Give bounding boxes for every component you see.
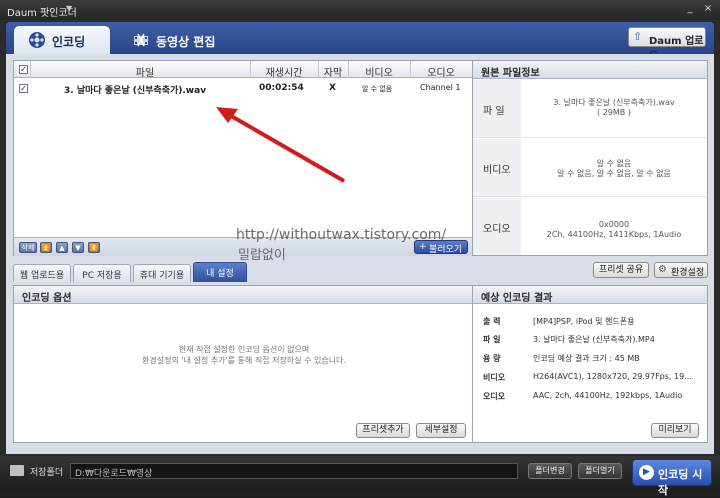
- tab-video-edit[interactable]: 동영상 편집: [118, 26, 228, 54]
- save-path-value: D:₩다운로드₩영상: [75, 469, 153, 479]
- row-subtitle: X: [329, 83, 336, 93]
- tab-encoding-label: 인코딩: [52, 35, 86, 49]
- gear-icon: ⚙: [658, 264, 667, 275]
- move-down-icon[interactable]: ▼: [72, 242, 84, 253]
- tab-web-upload[interactable]: 웹 업로드용: [13, 264, 71, 282]
- col-file[interactable]: 파일: [34, 64, 256, 79]
- browse-label: 불러오기: [429, 245, 463, 255]
- encoding-options-message: 현재 직접 설정한 인코딩 옵션이 없으며 환경설정의 '내 설정 추가'를 통…: [142, 345, 346, 365]
- env-settings-button[interactable]: ⚙ 환경설정: [654, 262, 708, 278]
- table-row[interactable]: ✓ 3. 날마다 좋은날 (신부측축가).wav 00:02:54 X 알 수 …: [14, 80, 472, 98]
- col-video[interactable]: 비디오: [348, 64, 410, 79]
- daum-upload-button[interactable]: ⇧ Daum 업로드: [628, 27, 706, 62]
- delete-button[interactable]: 삭제: [19, 242, 37, 253]
- film-reel-icon: [29, 32, 45, 48]
- preview-button[interactable]: 미리보기: [651, 423, 699, 438]
- move-up-icon[interactable]: ▲: [56, 242, 68, 253]
- col-duration[interactable]: 재생시간: [250, 64, 318, 79]
- info-row-file: 파 일 3. 날마다 좋은날 (신부측축가).wav ( 29MB ): [473, 80, 707, 138]
- plus-icon: +: [419, 242, 427, 252]
- upload-arrow-icon: ⇧: [633, 30, 643, 43]
- minimize-button[interactable]: _: [684, 3, 696, 15]
- info-value-video: 알 수 없음 알 수 없음, 알 수 없음, 알 수 없음: [557, 159, 671, 178]
- bottom-bar: 저장폴더 D:₩다운로드₩영상 폴더변경 폴더열기 ▶ 인코딩 시작: [0, 456, 720, 497]
- title-bar: Daum 팟인코더 ▼ _ ×: [0, 0, 720, 20]
- row-video: 알 수 없음: [362, 85, 393, 93]
- encoding-options-header: 인코딩 옵션: [14, 286, 472, 304]
- save-path-field[interactable]: D:₩다운로드₩영상: [70, 463, 518, 479]
- red-arrow-annotation: [216, 107, 345, 183]
- info-value-file: 3. 날마다 좋은날 (신부측축가).wav ( 29MB ): [553, 98, 675, 117]
- col-subtitle[interactable]: 자막: [318, 64, 348, 79]
- watermark-url: http://withoutwax.tistory.com/: [236, 227, 447, 243]
- encoding-options-title: 인코딩 옵션: [22, 293, 72, 304]
- menu-dropdown-icon[interactable]: ▼: [66, 4, 72, 13]
- info-row-video: 비디오 알 수 없음 알 수 없음, 알 수 없음, 알 수 없음: [473, 139, 707, 197]
- tab-encoding[interactable]: 인코딩: [14, 26, 110, 54]
- tab-my-settings[interactable]: 내 설정: [193, 262, 247, 282]
- add-preset-button[interactable]: 프리셋추가: [356, 423, 410, 438]
- row-audio: Channel 1: [420, 83, 461, 92]
- info-row-audio: 오디오 0x0000 2Ch, 44100Hz, 1411Kbps, 1Audi…: [473, 198, 707, 255]
- play-icon: ▶: [639, 465, 654, 480]
- start-encoding-button[interactable]: ▶ 인코딩 시작: [632, 459, 712, 497]
- tab-mobile[interactable]: 휴대 기기용: [133, 264, 191, 282]
- expected-result-panel: 예상 인코딩 결과 출 력 [MP4]PSP, iPod 및 핸드폰용 파 일 …: [472, 285, 708, 443]
- encoding-panel: ✓ 파일 재생시간 자막 비디오 오디오 ✓ 3. 날마다 좋은날 (신부측축가…: [6, 54, 714, 454]
- change-folder-button[interactable]: 폴더변경: [528, 463, 572, 479]
- scissors-film-icon: [134, 33, 148, 47]
- tab-pc-save[interactable]: PC 저장용: [73, 264, 131, 282]
- row-duration: 00:02:54: [259, 83, 304, 93]
- save-folder-label: 저장폴더: [30, 468, 64, 478]
- info-label-audio: 오디오: [483, 224, 511, 235]
- info-label-file: 파 일: [483, 106, 505, 117]
- col-audio[interactable]: 오디오: [410, 64, 472, 79]
- original-info-header: 원본 파일정보: [473, 61, 707, 79]
- tab-video-edit-label: 동영상 편집: [156, 35, 216, 49]
- watermark-name: 밀랍없이: [238, 248, 286, 263]
- encoding-options-panel: 인코딩 옵션 현재 직접 설정한 인코딩 옵션이 없으며 환경설정의 '내 설정…: [13, 285, 473, 443]
- option-tab-bar: 웹 업로드용 PC 저장용 휴대 기기용 내 설정: [13, 262, 473, 282]
- info-label-video: 비디오: [483, 165, 511, 176]
- row-file: 3. 날마다 좋은날 (신부측축가).wav: [64, 86, 207, 96]
- start-encoding-label: 인코딩 시작: [658, 468, 703, 497]
- preset-share-button[interactable]: 프리셋 공유: [593, 262, 649, 278]
- original-info-panel: 원본 파일정보 파 일 3. 날마다 좋은날 (신부측축가).wav ( 29M…: [472, 60, 708, 256]
- move-top-icon[interactable]: ⏫: [40, 242, 52, 253]
- detail-settings-button[interactable]: 세부설정: [416, 423, 466, 438]
- row-checkbox[interactable]: ✓: [19, 84, 28, 93]
- env-settings-label: 환경설정: [671, 268, 705, 278]
- expected-result-header: 예상 인코딩 결과: [473, 286, 707, 304]
- select-all-checkbox[interactable]: ✓: [19, 65, 28, 74]
- close-button[interactable]: ×: [702, 3, 714, 15]
- app-window: Daum 팟인코더 ▼ _ × 인코딩 동영상 편집 ⇧ Daum 업로 ✓ 파…: [0, 0, 720, 497]
- move-bottom-icon[interactable]: ⏬: [88, 242, 100, 253]
- expected-result-title: 예상 인코딩 결과: [481, 293, 553, 304]
- folder-icon: [10, 465, 24, 476]
- open-folder-button[interactable]: 폴더열기: [578, 463, 622, 479]
- info-value-audio: 0x0000 2Ch, 44100Hz, 1411Kbps, 1Audio: [546, 220, 682, 239]
- file-list-header: ✓ 파일 재생시간 자막 비디오 오디오: [14, 61, 472, 79]
- original-info-title: 원본 파일정보: [481, 68, 540, 79]
- main-tab-bar: 인코딩 동영상 편집 ⇧ Daum 업로드: [6, 22, 714, 62]
